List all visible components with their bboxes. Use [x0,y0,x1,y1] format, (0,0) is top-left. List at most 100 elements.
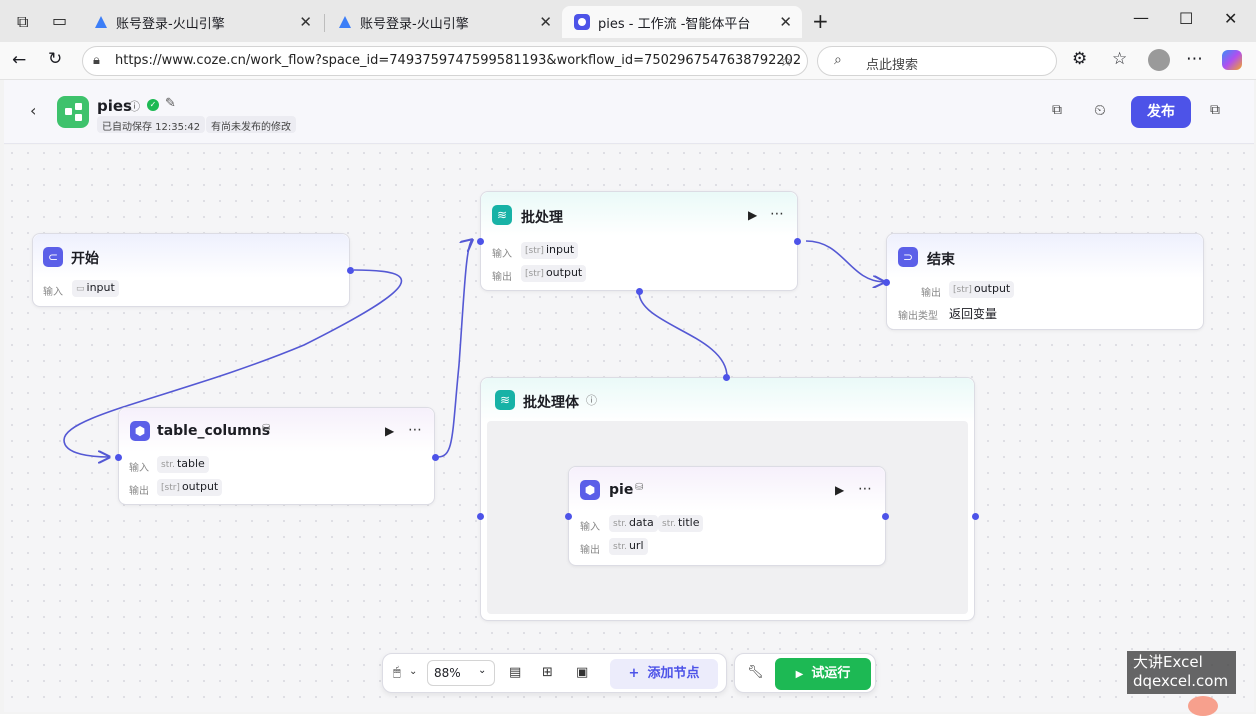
plugin-cube-icon: ⬢ [580,480,600,500]
run-node-icon[interactable]: ▶ [748,208,757,222]
address-bar: ← ↻ 🔒︎ https://www.coze.cn/work_flow?spa… [0,42,1256,80]
tab-pies-workflow[interactable]: pies - 工作流 -智能体平台 ✕ [562,6,802,38]
layout-icon[interactable]: ⊞ [542,665,553,680]
close-icon[interactable]: ✕ [539,13,552,31]
autosave-badge: 已自动保存 12:35:42 [97,116,206,133]
tab-title: 账号登录-火山引擎 [360,16,469,32]
browser-window: ⧉ ▭ 账号登录-火山引擎 ✕ 账号登录-火山引擎 ✕ pies - 工作流 -… [0,0,1256,716]
minimize-icon[interactable]: — [1133,8,1149,27]
url-field[interactable]: 🔒︎ https://www.coze.cn/work_flow?space_i… [82,46,808,76]
node-start[interactable]: ⊂ 开始 输入 ▭ input [32,233,354,307]
back-icon[interactable]: ← [12,50,26,70]
back-arrow-icon[interactable]: ‹ [30,101,36,120]
favorite-star-icon[interactable]: ☆ [779,51,793,70]
volcengine-icon [95,16,107,28]
history-icon[interactable]: ⏲ [1094,101,1106,119]
node-title: 批处理 [521,210,563,226]
tab-divider [324,14,325,32]
var-name: table [176,457,205,470]
favorites-icon[interactable]: ☆ [1112,49,1127,69]
search-input[interactable]: ⌕ 点此搜索 [817,46,1057,76]
plugin-badge-icon: ⛁ [262,423,271,434]
start-icon: ⊂ [43,247,63,267]
profile-avatar[interactable] [1148,49,1170,71]
output-port[interactable] [432,454,439,461]
minimap-icon[interactable]: ▣ [576,665,588,680]
body-output-port[interactable] [972,513,979,520]
chevron-down-icon[interactable]: ⌄ [409,666,417,677]
more-options-icon[interactable]: ⋯ [858,481,873,497]
output-label: 输出 [492,272,512,283]
output-port[interactable] [794,238,801,245]
node-end[interactable]: ⊃ 结束 输出 [str] output 输出类型 返回变量 [883,233,1204,330]
plugin-cube-icon: ⬢ [130,421,150,441]
var-name: input [86,281,115,294]
loop-port[interactable] [636,288,643,295]
extensions-icon[interactable]: ⚙ [1072,49,1087,69]
type-prefix: [str] [525,269,544,279]
more-menu-icon[interactable]: ⋯ [1186,49,1203,69]
node-pie[interactable]: ⬢ pie ⛁ ▶ ⋯ 输入 str. data str. title 输出 str… [565,466,889,566]
workflow-canvas[interactable]: ⊂ 开始 输入 ▭ input ⬢ table_columns ⛁ ▶ ⋯ 输入 … [4,145,1254,712]
new-tab-button[interactable]: + [812,9,829,33]
wrench-icon[interactable]: 🔧︎ [747,665,764,680]
coze-icon [574,14,590,30]
volcengine-icon [339,16,351,28]
more-options-icon[interactable]: ⋯ [408,422,423,438]
run-node-icon[interactable]: ▶ [835,483,844,497]
input-port[interactable] [883,279,890,286]
close-icon[interactable]: ✕ [779,13,792,31]
workflow-header: ‹ pies ⓘ ✓ ✎ 已自动保存 12:35:42 有尚未发布的修改 ⧉ ⏲… [4,80,1254,144]
output-port[interactable] [347,267,354,274]
workspaces-icon[interactable]: ⧉ [17,12,28,32]
edit-icon[interactable]: ✎ [165,96,176,111]
tab-volcengine-1[interactable]: 账号登录-火山引擎 ✕ [82,6,322,38]
refresh-icon[interactable]: ↻ [48,49,62,69]
info-icon[interactable]: ⓘ [586,392,597,408]
add-node-button[interactable]: + 添加节点 [610,659,718,689]
input-var-tag: str. title [658,515,704,532]
output-var-tag: str. url [609,538,648,555]
copy-icon[interactable]: ⧉ [1052,102,1062,118]
node-table-columns[interactable]: ⬢ table_columns ⛁ ▶ ⋯ 输入 str. table 输出 [s… [115,407,439,505]
folder-icon: ▭ [76,284,85,294]
input-label: 输入 [129,463,149,474]
input-port[interactable] [477,238,484,245]
end-icon: ⊃ [898,247,918,267]
watermark-line1: 大讲Excel [1133,653,1203,671]
close-icon[interactable]: ✕ [299,13,312,31]
maximize-icon[interactable]: ☐ [1179,9,1193,28]
info-icon[interactable]: ⓘ [129,98,140,114]
body-input-port[interactable] [477,513,484,520]
input-var-tag: ▭ input [72,280,119,297]
test-run-label: 试运行 [811,666,851,681]
var-name: input [545,243,575,256]
var-name: url [628,539,644,552]
zoom-select[interactable]: 88% ⌄ [427,660,495,686]
mascot-avatar [1188,696,1218,716]
close-window-icon[interactable]: ✕ [1224,9,1237,28]
mouse-mode-icon[interactable]: 🖱︎ [393,665,401,680]
plus-icon: + [628,666,640,681]
run-node-icon[interactable]: ▶ [385,424,394,438]
tab-volcengine-2[interactable]: 账号登录-火山引擎 ✕ [326,6,562,38]
publish-button[interactable]: 发布 [1131,96,1191,128]
node-batch[interactable]: ≋ 批处理 ▶ ⋯ 输入 [str] input 输出 [str] output [477,191,801,295]
more-options-icon[interactable]: ⋯ [770,206,785,222]
input-label: 输入 [43,287,63,298]
input-port[interactable] [565,513,572,520]
workflow-icon [57,96,89,128]
duplicate-icon[interactable]: ⧉ [1210,102,1220,118]
type-prefix: str. [662,519,676,529]
add-node-label: 添加节点 [647,666,700,681]
tab-actions-icon[interactable]: ▭ [52,11,67,30]
input-port[interactable] [115,454,122,461]
loop-input-port[interactable] [723,374,730,381]
output-port[interactable] [882,513,889,520]
var-name: title [677,516,700,529]
test-run-button[interactable]: ▶ 试运行 [775,658,871,690]
comment-icon[interactable]: ▤ [509,665,521,680]
var-name: data [628,516,654,529]
tab-bar: ⧉ ▭ 账号登录-火山引擎 ✕ 账号登录-火山引擎 ✕ pies - 工作流 -… [0,0,1256,42]
copilot-icon[interactable] [1222,50,1242,70]
